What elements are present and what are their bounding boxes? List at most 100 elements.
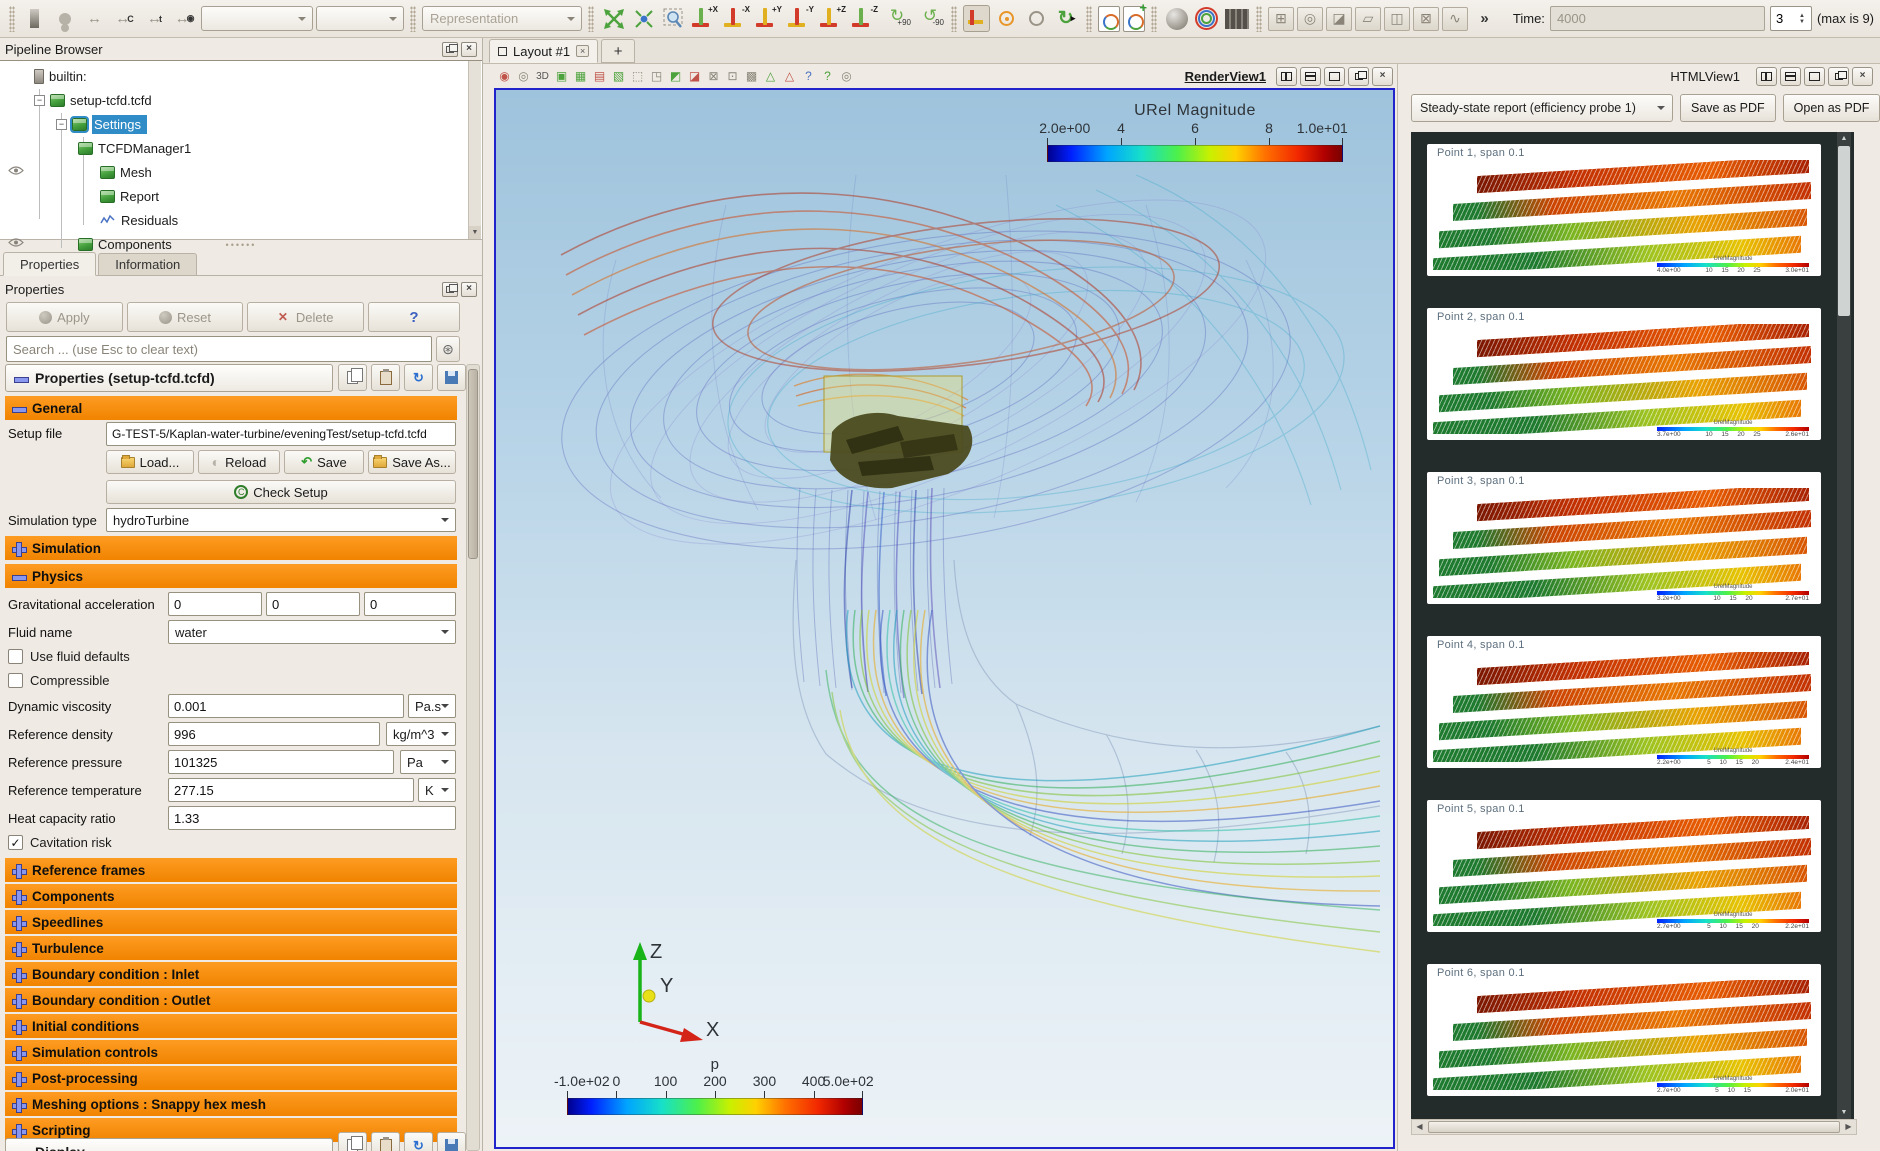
viscosity-unit-combo[interactable]: Pa.s — [408, 694, 456, 718]
section-bc-outlet[interactable]: Boundary condition : Outlet — [5, 988, 457, 1012]
copy-properties-button[interactable] — [338, 364, 367, 391]
toolbar-grip[interactable] — [951, 6, 957, 32]
report-vertical-scrollbar[interactable]: ▲ ▼ — [1837, 132, 1851, 1119]
toolbar-grip[interactable] — [588, 6, 594, 32]
animation-film-icon[interactable] — [1223, 5, 1250, 32]
fluid-name-combo[interactable]: water — [168, 620, 456, 644]
save-button[interactable]: ↶Save — [284, 450, 364, 474]
heat-capacity-input[interactable] — [168, 806, 456, 830]
threshold-filter-icon[interactable]: ◫ — [1384, 7, 1410, 31]
tab-information[interactable]: Information — [98, 253, 197, 275]
apply-button[interactable]: Apply — [6, 302, 123, 332]
pipeline-item-settings[interactable]: −Settings — [56, 113, 147, 135]
sphere-source-icon[interactable] — [1163, 5, 1190, 32]
hover-points-icon[interactable]: ▩ — [743, 68, 760, 85]
camera-plus-x-icon[interactable]: +X — [690, 5, 719, 33]
query2-icon[interactable]: ? — [819, 68, 836, 85]
select-points-poly-icon[interactable]: ◪ — [686, 68, 703, 85]
check-setup-button[interactable]: CCheck Setup — [106, 480, 456, 504]
section-bc-inlet[interactable]: Boundary condition : Inlet — [5, 962, 457, 986]
camera-minus-z-icon[interactable]: -Z — [850, 5, 879, 33]
gravity-y-input[interactable] — [266, 592, 360, 616]
time-range-icon[interactable]: ↔ — [81, 5, 108, 32]
close-view-button[interactable]: × — [1372, 67, 1393, 86]
camera-minus-y-icon[interactable]: -Y — [786, 5, 815, 33]
open-as-pdf-button[interactable]: Open as PDF — [1783, 94, 1880, 122]
color-wheel-icon[interactable] — [1193, 5, 1220, 32]
pressure-unit-combo[interactable]: Pa — [400, 750, 456, 774]
scroll-right-arrow-icon[interactable]: ▶ — [1841, 1120, 1856, 1134]
compressible-checkbox[interactable]: Compressible — [8, 673, 109, 688]
close-panel-button[interactable]: × — [461, 42, 477, 57]
shrink-selection-icon[interactable]: △ — [781, 68, 798, 85]
temperature-unit-combo[interactable]: K — [418, 778, 456, 802]
rotate-90ccw-icon[interactable]: ↺-90 — [915, 5, 945, 33]
pressure-input[interactable] — [168, 750, 394, 774]
properties-scrollbar[interactable] — [466, 364, 480, 1151]
colorbar-urel[interactable]: URel Magnitude 2.0e+00 4 6 8 1.0e+01 — [1047, 102, 1343, 162]
ruler-icon[interactable]: ▤ — [591, 68, 608, 85]
camera-plus-z-icon[interactable]: +Z — [818, 5, 847, 33]
scroll-up-arrow-icon[interactable]: ▲ — [1837, 132, 1851, 145]
render-view-title[interactable]: RenderView1 — [1185, 69, 1266, 84]
zoom-to-box-icon[interactable] — [660, 5, 687, 32]
slice-filter-icon[interactable]: ▱ — [1355, 7, 1381, 31]
report-card-point-4[interactable]: Point 4, span 0.1 UrelMagnitude 2.2e+005… — [1427, 636, 1821, 768]
section-post-processing[interactable]: Post-processing — [5, 1066, 457, 1090]
select-cells-poly-icon[interactable]: ◩ — [667, 68, 684, 85]
rotate-90cw-icon[interactable]: ↻+90 — [882, 5, 912, 33]
section-simulation[interactable]: Simulation — [5, 536, 457, 560]
zoom-to-data-icon[interactable] — [630, 5, 657, 32]
viscosity-input[interactable] — [168, 694, 404, 718]
scroll-down-arrow-icon[interactable]: ▼ — [1837, 1106, 1851, 1119]
save-defaults-button[interactable] — [437, 364, 466, 391]
split-vertical-button[interactable] — [1300, 67, 1321, 86]
section-display[interactable]: Display — [5, 1138, 333, 1151]
colorbar-p[interactable]: p -1.0e+02 0 100 200 300 400 5.0e+02 — [567, 1056, 863, 1115]
split-horizontal-button[interactable] — [1756, 67, 1777, 86]
pin-icon[interactable]: ◉ — [496, 68, 513, 85]
use-fluid-defaults-checkbox[interactable]: Use fluid defaults — [8, 649, 130, 664]
render-viewport[interactable]: URel Magnitude 2.0e+00 4 6 8 1.0e+01 p -… — [494, 88, 1395, 1149]
color-swatch-icon[interactable] — [21, 5, 48, 32]
reload-display-button[interactable]: ↻ — [404, 1132, 433, 1151]
grid-axes-icon[interactable]: ▦ — [572, 68, 589, 85]
toolbar-grip[interactable] — [410, 6, 416, 32]
undock-panel-button[interactable] — [442, 42, 458, 57]
pipeline-scrollbar[interactable]: ▼ — [468, 61, 481, 239]
camera-plus-y-icon[interactable]: +Y — [754, 5, 783, 33]
representation-combo[interactable]: Representation — [422, 6, 582, 31]
section-meshing-options[interactable]: Meshing options : Snappy hex mesh — [5, 1092, 457, 1116]
panel-splitter[interactable]: •••••• — [0, 241, 482, 251]
pick-center-icon[interactable] — [1023, 5, 1050, 32]
frame-spinbox[interactable]: ▲▼ — [1770, 6, 1812, 31]
clip-filter-icon[interactable]: ◪ — [1326, 7, 1352, 31]
reload-properties-button[interactable]: ↻ — [404, 364, 433, 391]
time-visible-icon[interactable]: ↔◉ — [171, 5, 198, 32]
section-physics[interactable]: Physics — [5, 564, 457, 588]
section-components[interactable]: Components — [5, 884, 457, 908]
tab-properties[interactable]: Properties — [3, 252, 96, 276]
maximize-view-button[interactable] — [1804, 67, 1825, 86]
setup-file-input[interactable] — [106, 422, 456, 446]
reload-button[interactable]: ◐Reload — [198, 450, 280, 474]
query-help-icon[interactable]: ? — [800, 68, 817, 85]
close-tab-icon[interactable]: × — [576, 45, 589, 57]
rotate-center-icon[interactable]: ↻▸ — [1053, 5, 1080, 32]
gravity-x-input[interactable] — [168, 592, 262, 616]
save-as-pdf-button[interactable]: Save as PDF — [1680, 94, 1776, 122]
properties-group-header[interactable]: Properties (setup-tcfd.tcfd) — [5, 364, 333, 392]
report-card-point-5[interactable]: Point 5, span 0.1 UrelMagnitude 2.7e+005… — [1427, 800, 1821, 932]
save-as-button[interactable]: Save As... — [368, 450, 456, 474]
gravity-z-input[interactable] — [364, 592, 456, 616]
report-horizontal-scrollbar[interactable]: ◀ ▶ — [1411, 1119, 1857, 1135]
pipeline-item-setup-tcfd[interactable]: −setup-tcfd.tcfd — [34, 89, 152, 111]
density-unit-combo[interactable]: kg/m^3 — [386, 722, 456, 746]
select-points-rect-icon[interactable]: ◳ — [648, 68, 665, 85]
tab-layout-1[interactable]: Layout #1 × — [489, 39, 598, 63]
contour-filter-icon[interactable]: ◎ — [1297, 7, 1323, 31]
collapse-expander-icon[interactable]: − — [34, 95, 45, 106]
report-scroll-area[interactable]: Point 1, span 0.1 UrelMagnitude 4.0e+001… — [1411, 132, 1854, 1119]
time-custom-icon[interactable]: ↔C — [111, 5, 138, 32]
section-initial-conditions[interactable]: Initial conditions — [5, 1014, 457, 1038]
